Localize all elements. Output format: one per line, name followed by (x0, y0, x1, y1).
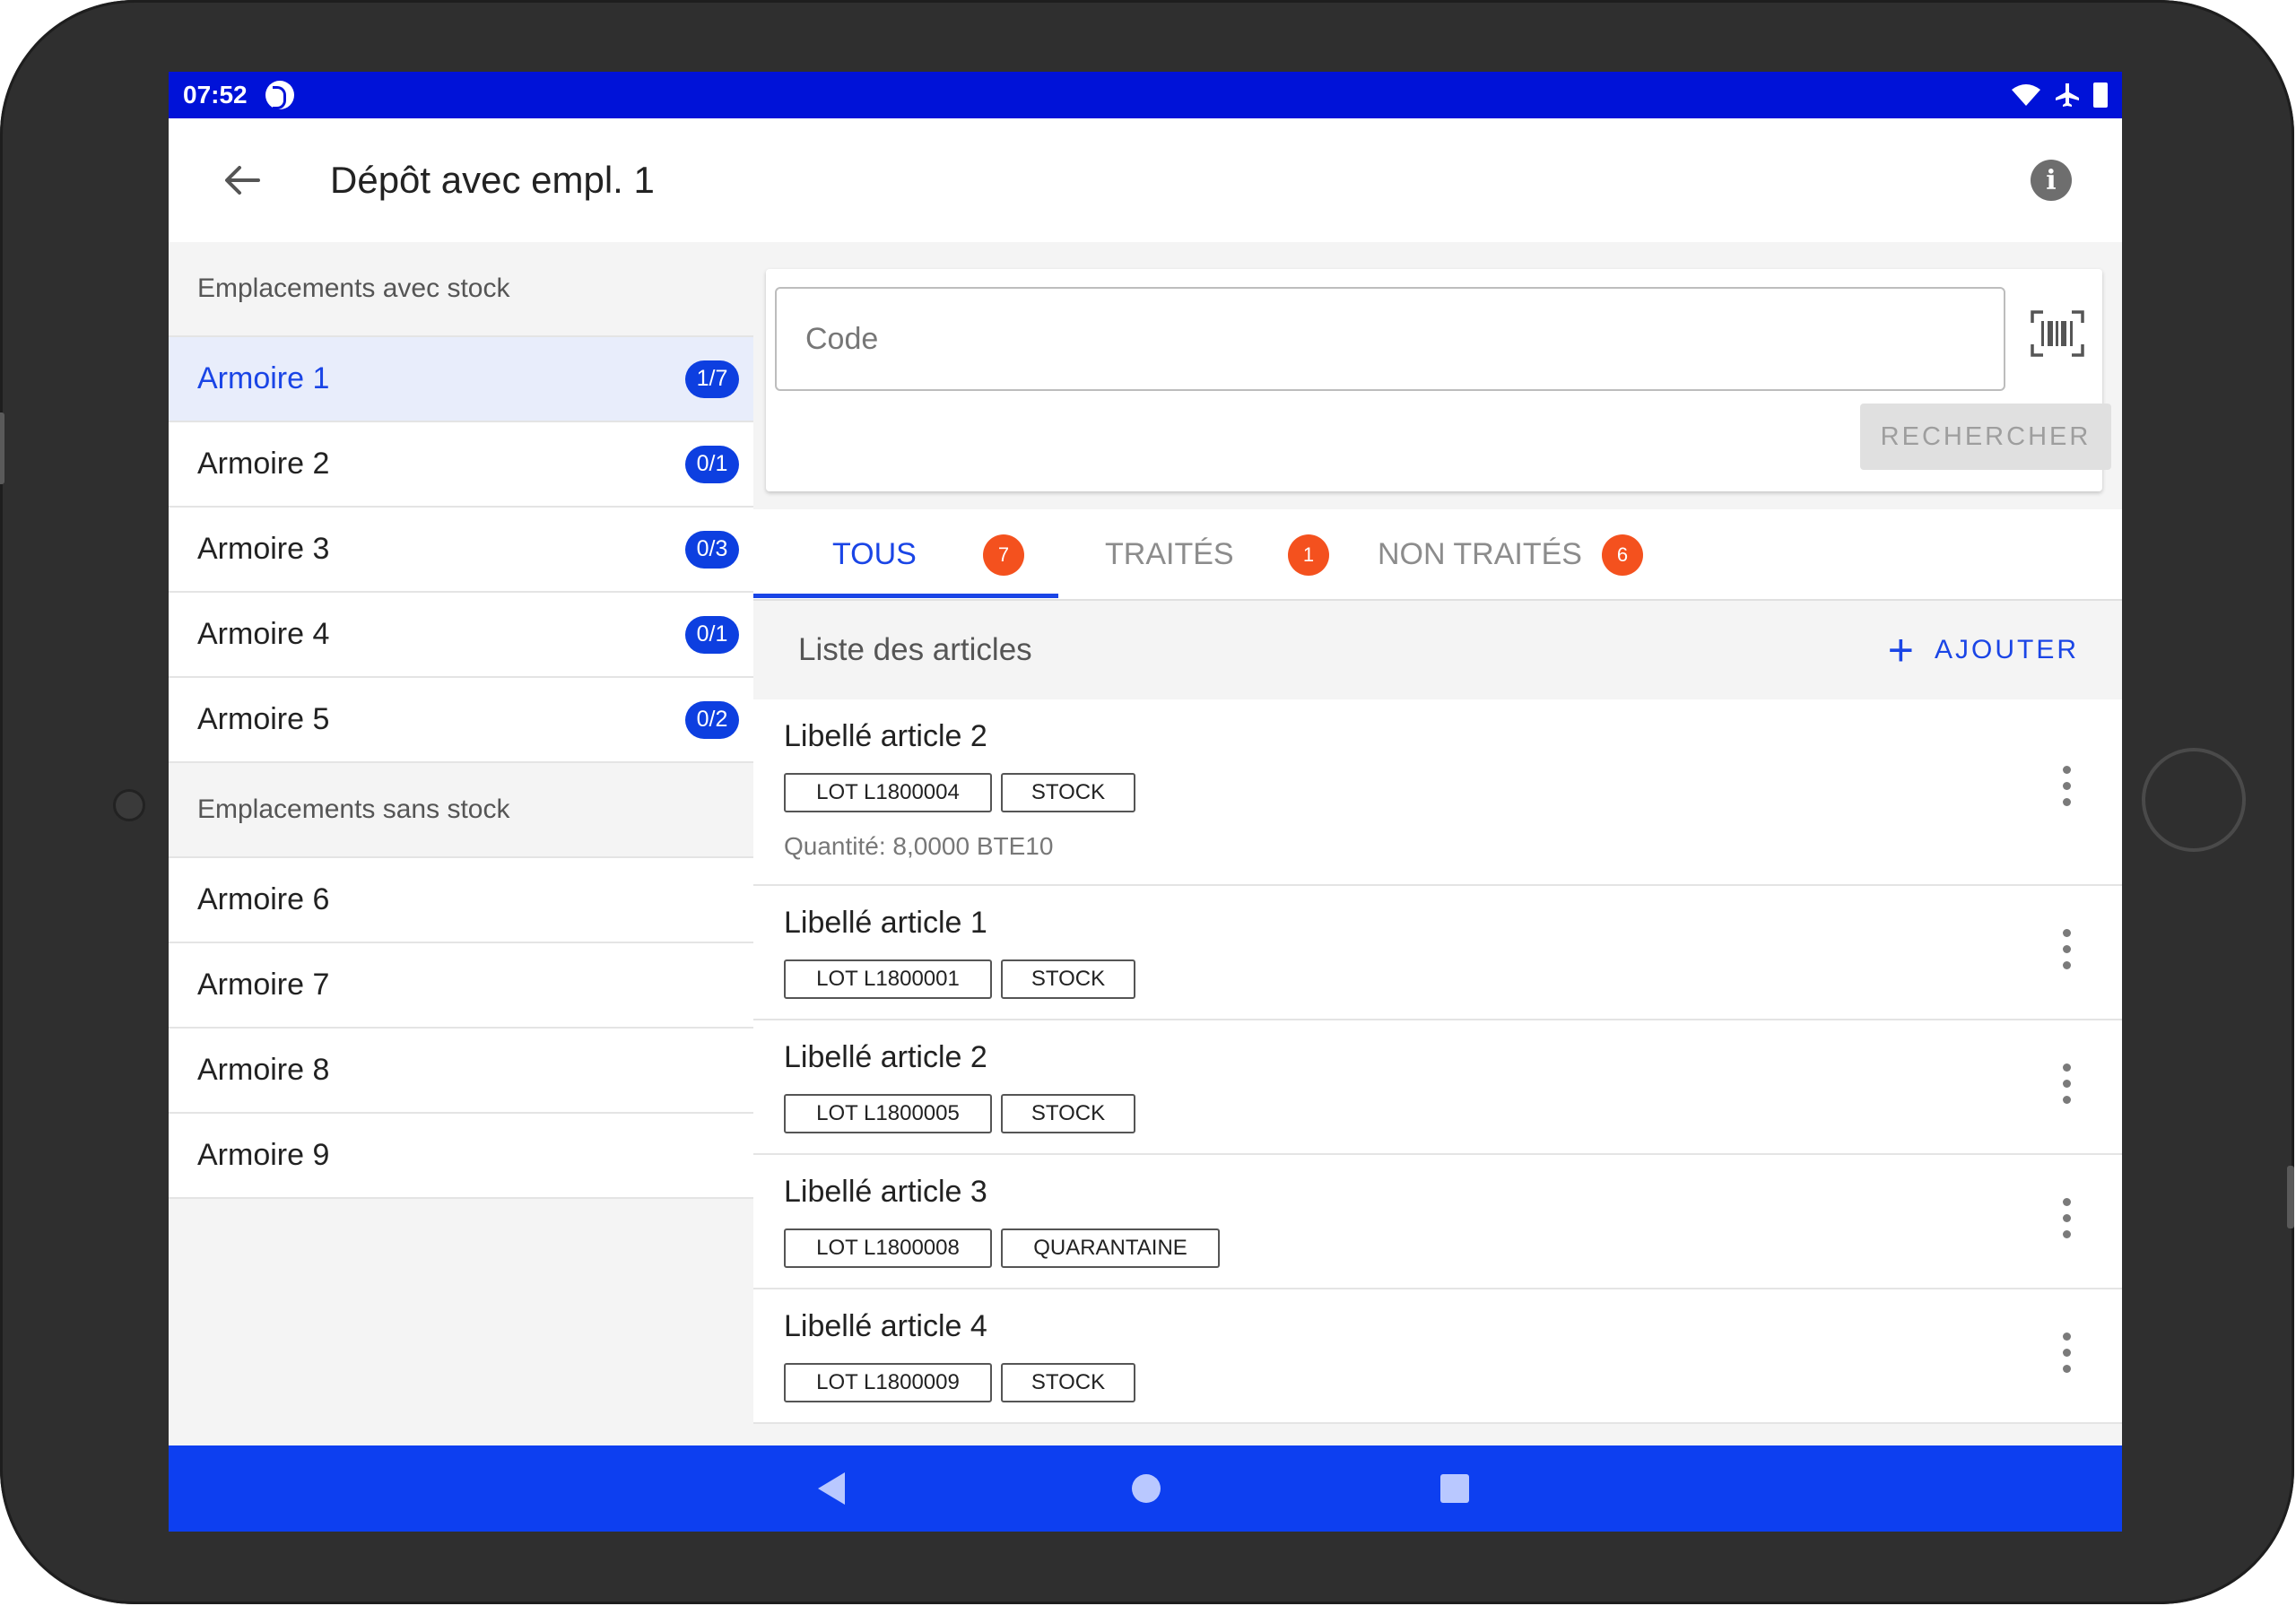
location-label: Armoire 5 (197, 702, 330, 736)
lot-chip: LOT L1800005 (784, 1094, 992, 1133)
search-button[interactable]: RECHERCHER (1860, 404, 2111, 470)
article-item[interactable]: Libellé article 2 LOT L1800005 STOCK (753, 1020, 2122, 1155)
tab-count-badge: 6 (1602, 534, 1643, 576)
airplane-icon (2056, 83, 2079, 107)
more-vertical-icon[interactable] (2059, 929, 2074, 979)
device-side-button (2287, 1166, 2294, 1228)
filter-tabs: TOUS 7 TRAITÉS 1 NON TRAITÉS 6 (753, 509, 2122, 601)
location-count-badge: 0/1 (685, 615, 739, 654)
section-header-without-stock: Emplacements sans stock (169, 763, 753, 858)
article-quantity: Quantité: 8,0000 BTE10 (784, 832, 1054, 860)
code-input[interactable] (775, 287, 2005, 391)
nav-home-icon[interactable] (1132, 1474, 1161, 1503)
system-nav-bar (169, 1445, 2122, 1532)
lot-chip: LOT L1800008 (784, 1228, 992, 1268)
article-list-header: Liste des articles + AJOUTER (753, 601, 2122, 699)
search-card: RECHERCHER (766, 269, 2111, 491)
plus-icon: + (1887, 625, 1917, 675)
status-icons (2011, 82, 2108, 109)
location-label: Armoire 2 (197, 447, 330, 481)
location-item-armoire-4[interactable]: Armoire 4 0/1 (169, 593, 753, 678)
articles-panel: RECHERCHER TOUS 7 TRAITÉS 1 NON TRAITÉS … (753, 242, 2122, 1440)
tab-label: TRAITÉS (1105, 536, 1234, 571)
article-item[interactable]: Libellé article 4 LOT L1800009 STOCK (753, 1289, 2122, 1424)
status-time: 07:52 (183, 81, 248, 109)
barcode-scan-button[interactable] (2031, 310, 2084, 357)
article-name: Libellé article 4 (784, 1309, 987, 1343)
tab-non-traites[interactable]: NON TRAITÉS (1378, 509, 1582, 599)
active-tab-indicator (753, 594, 1058, 598)
location-label: Armoire 7 (197, 968, 330, 1002)
location-label: Armoire 1 (197, 361, 330, 395)
more-vertical-icon[interactable] (2059, 1333, 2074, 1383)
article-item[interactable]: Libellé article 1 LOT L1800001 STOCK (753, 886, 2122, 1020)
nav-recents-icon[interactable] (1440, 1474, 1469, 1503)
status-chip: STOCK (1001, 773, 1135, 812)
camera-icon (113, 789, 145, 821)
status-chip: STOCK (1001, 1363, 1135, 1402)
tablet-frame: 07:52 Dépôt avec empl. 1 i Emplacements … (0, 0, 2294, 1604)
article-name: Libellé article 2 (784, 1040, 987, 1074)
location-item-armoire-6[interactable]: Armoire 6 (169, 858, 753, 943)
status-bar: 07:52 (169, 72, 2122, 118)
location-label: Armoire 8 (197, 1053, 330, 1087)
lot-chip: LOT L1800001 (784, 959, 992, 999)
locations-panel: Emplacements avec stock Armoire 1 1/7 Ar… (169, 242, 755, 1440)
location-label: Armoire 3 (197, 532, 330, 566)
article-item[interactable]: Libellé article 3 LOT L1800008 QUARANTAI… (753, 1155, 2122, 1289)
location-item-armoire-3[interactable]: Armoire 3 0/3 (169, 508, 753, 593)
lot-chip: LOT L1800004 (784, 773, 992, 812)
barcode-scan-icon (2031, 310, 2084, 357)
section-header-with-stock: Emplacements avec stock (169, 242, 753, 337)
location-item-armoire-9[interactable]: Armoire 9 (169, 1114, 753, 1199)
location-item-armoire-8[interactable]: Armoire 8 (169, 1029, 753, 1114)
device-side-button (0, 412, 4, 484)
article-name: Libellé article 2 (784, 719, 987, 753)
status-chip: QUARANTAINE (1001, 1228, 1220, 1268)
article-name: Libellé article 1 (784, 906, 987, 940)
info-button[interactable]: i (2031, 160, 2072, 201)
device-home-button (2142, 748, 2246, 852)
lot-chip: LOT L1800009 (784, 1363, 992, 1402)
more-vertical-icon[interactable] (2059, 766, 2074, 816)
article-list-title: Liste des articles (798, 632, 1032, 667)
article-name: Libellé article 3 (784, 1175, 987, 1209)
wifi-icon (2012, 84, 2040, 106)
back-button[interactable] (215, 153, 269, 207)
add-article-button[interactable]: + AJOUTER (1888, 628, 2079, 673)
nav-back-icon[interactable] (818, 1472, 845, 1505)
tab-label: NON TRAITÉS (1378, 536, 1582, 571)
app-bar: Dépôt avec empl. 1 i (169, 118, 2122, 244)
tab-count-badge: 1 (1288, 534, 1329, 576)
app-notification-icon (265, 81, 294, 109)
screen: 07:52 Dépôt avec empl. 1 i Emplacements … (169, 72, 2122, 1532)
tab-traites[interactable]: TRAITÉS (1105, 509, 1234, 599)
location-item-armoire-7[interactable]: Armoire 7 (169, 943, 753, 1029)
location-count-badge: 0/2 (685, 700, 739, 739)
tab-count-badge: 7 (983, 534, 1024, 576)
location-count-badge: 0/1 (685, 445, 739, 483)
location-label: Armoire 4 (197, 617, 330, 651)
location-item-armoire-1[interactable]: Armoire 1 1/7 (169, 337, 753, 422)
info-icon: i (2046, 164, 2057, 196)
location-item-armoire-2[interactable]: Armoire 2 0/1 (169, 422, 753, 508)
more-vertical-icon[interactable] (2059, 1198, 2074, 1248)
arrow-left-icon (225, 166, 260, 195)
location-count-badge: 0/3 (685, 530, 739, 569)
battery-icon (2093, 82, 2108, 108)
location-item-armoire-5[interactable]: Armoire 5 0/2 (169, 678, 753, 763)
article-item[interactable]: Libellé article 2 LOT L1800004 STOCK Qua… (753, 699, 2122, 886)
location-count-badge: 1/7 (685, 360, 739, 398)
location-label: Armoire 9 (197, 1138, 330, 1172)
status-chip: STOCK (1001, 959, 1135, 999)
tab-tous[interactable]: TOUS (832, 509, 917, 599)
location-label: Armoire 6 (197, 882, 330, 916)
add-label: AJOUTER (1934, 635, 2079, 664)
page-title: Dépôt avec empl. 1 (330, 159, 655, 201)
status-chip: STOCK (1001, 1094, 1135, 1133)
more-vertical-icon[interactable] (2059, 1063, 2074, 1114)
tab-label: TOUS (832, 536, 917, 571)
